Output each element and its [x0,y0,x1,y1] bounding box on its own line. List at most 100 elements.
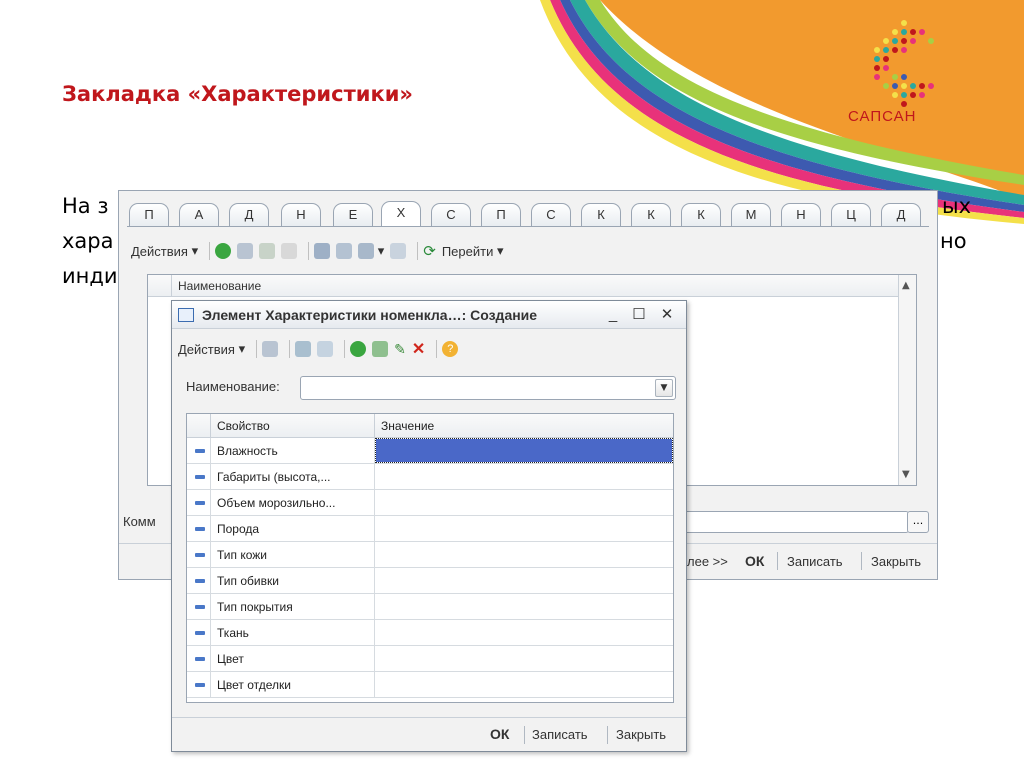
scroll-up-icon[interactable]: ▲ [902,280,910,291]
chevron-down-icon[interactable]: ▼ [655,379,673,397]
back-ok-button[interactable]: ОК [745,553,764,569]
value-cell[interactable] [375,620,673,646]
value-cell[interactable] [375,542,673,568]
logo-dot [874,47,880,53]
logo-dot [910,92,916,98]
back-close-button[interactable]: Закрыть [871,554,921,569]
delete-icon[interactable] [281,241,298,261]
property-cell[interactable]: Габариты (высота,... [211,464,375,490]
logo-dot [901,74,907,80]
tab-2[interactable]: А [179,203,219,227]
list-header[interactable]: Наименование [148,275,916,297]
property-cell[interactable]: Влажность [211,438,375,464]
name-input[interactable]: ▼ [300,376,676,400]
logo-dot [874,56,880,62]
table-row[interactable]: Тип кожи [187,542,673,568]
table-row[interactable]: Тип покрытия [187,594,673,620]
property-marker-icon [187,672,211,698]
tab-11[interactable]: К [631,203,671,227]
edit-icon[interactable] [259,241,276,261]
add-icon[interactable] [215,241,232,261]
property-marker-icon [187,438,211,464]
logo-dot [892,83,898,89]
value-cell[interactable] [375,646,673,672]
tab-10[interactable]: К [581,203,621,227]
add-row-icon[interactable] [350,339,367,359]
tab-13[interactable]: М [731,203,771,227]
copy-doc-icon[interactable] [317,339,334,359]
table-row[interactable]: Тип обивки [187,568,673,594]
value-cell[interactable] [375,568,673,594]
property-cell[interactable]: Ткань [211,620,375,646]
delete-row-icon[interactable]: ✕ [412,339,425,359]
tab-1[interactable]: П [129,203,169,227]
column-value-header[interactable]: Значение [375,414,673,438]
goto-menu[interactable]: Перейти ▾ [442,241,504,261]
logo-dot [883,74,889,80]
tab-6[interactable]: Х [381,201,421,227]
properties-table[interactable]: Свойство Значение Влажность Габариты (выс… [186,413,674,703]
copy-row-icon[interactable] [372,339,389,359]
table-row[interactable]: Объем морозильно... [187,490,673,516]
filter-icon[interactable] [336,241,353,261]
tab-7[interactable]: С [431,203,471,227]
back-save-button[interactable]: Записать [787,554,843,569]
edit-row-icon[interactable]: ✎ [394,339,406,359]
more-button[interactable]: лее >> [687,554,728,569]
list-scrollbar[interactable]: ▲ ▼ [898,275,916,485]
value-cell[interactable] [375,516,673,542]
column-name-header[interactable]: Наименование [178,279,261,293]
table-row[interactable]: Цвет отделки [187,672,673,698]
refresh-icon[interactable]: ⟳ [423,241,436,261]
property-cell[interactable]: Порода [211,516,375,542]
value-cell[interactable] [375,464,673,490]
filter-dropdown-icon[interactable]: ▾ [358,241,384,261]
property-cell[interactable]: Объем морозильно... [211,490,375,516]
comment-input[interactable] [679,511,909,533]
save-button[interactable]: Записать [532,727,588,742]
value-cell[interactable] [375,438,673,463]
property-cell[interactable]: Тип покрытия [211,594,375,620]
value-cell[interactable] [375,594,673,620]
tab-16[interactable]: Д [881,203,921,227]
tab-12[interactable]: К [681,203,721,227]
tab-3[interactable]: Д [229,203,269,227]
ok-button[interactable]: ОК [490,726,509,742]
property-cell[interactable]: Цвет отделки [211,672,375,698]
tab-15[interactable]: Ц [831,203,871,227]
close-dialog-button[interactable]: Закрыть [616,727,666,742]
write-move-icon[interactable] [262,339,279,359]
column-property-header[interactable]: Свойство [211,414,375,438]
clear-filter-icon[interactable] [390,241,407,261]
comment-select-button[interactable]: ... [907,511,929,533]
property-cell[interactable]: Тип обивки [211,568,375,594]
value-cell[interactable] [375,490,673,516]
table-row[interactable]: Габариты (высота,... [187,464,673,490]
filter-settings-icon[interactable] [314,241,331,261]
logo-dot [892,92,898,98]
minimize-button[interactable]: _ [602,301,624,329]
help-icon[interactable]: ? [442,339,459,359]
table-row[interactable]: Порода [187,516,673,542]
table-row[interactable]: Влажность [187,438,673,464]
maximize-button[interactable]: ☐ [628,301,650,329]
actions-menu[interactable]: Действия ▾ [131,241,198,261]
structure-icon[interactable] [295,339,312,359]
value-cell[interactable] [375,672,673,698]
property-cell[interactable]: Тип кожи [211,542,375,568]
scroll-down-icon[interactable]: ▼ [902,469,910,480]
tab-14[interactable]: Н [781,203,821,227]
close-button[interactable]: ✕ [656,301,678,329]
table-row[interactable]: Ткань [187,620,673,646]
tab-5[interactable]: Е [333,203,373,227]
property-cell[interactable]: Цвет [211,646,375,672]
table-row[interactable]: Цвет [187,646,673,672]
dialog-actions-menu[interactable]: Действия ▾ [178,339,245,359]
logo-text: САПСАН [848,108,917,125]
logo-dot [901,20,907,26]
tab-9[interactable]: С [531,203,571,227]
tab-8[interactable]: П [481,203,521,227]
tab-4[interactable]: Н [281,203,321,227]
dialog-titlebar[interactable]: Элемент Характеристики номенкла…: Создан… [172,301,686,329]
copy-icon[interactable] [237,241,254,261]
